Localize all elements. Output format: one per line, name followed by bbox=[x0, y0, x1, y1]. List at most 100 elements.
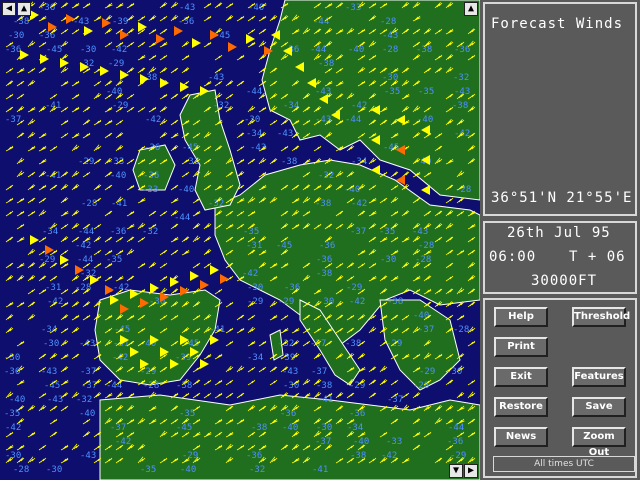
isotherm-label: -40 bbox=[348, 45, 364, 55]
isotherm-label: -29 bbox=[108, 59, 124, 69]
scroll-down-icon[interactable]: ▼ bbox=[449, 464, 463, 478]
isotherm-label: -30 bbox=[247, 283, 263, 293]
isotherm-label: -38 bbox=[316, 269, 332, 279]
isotherm-label: -38 bbox=[251, 423, 267, 433]
isotherm-label: -40 bbox=[79, 409, 95, 419]
isotherm-label: -32 bbox=[453, 73, 469, 83]
isotherm-label: -28 bbox=[75, 283, 91, 293]
isotherm-label: -44 bbox=[77, 255, 93, 265]
panel-title: Forecast Winds bbox=[491, 16, 624, 32]
isotherm-label: -37 bbox=[311, 367, 327, 377]
button-box: Help Threshold Print Exit Features Resto… bbox=[483, 298, 637, 478]
isotherm-label: -33 bbox=[386, 437, 402, 447]
isotherm-label: -40 bbox=[110, 171, 126, 181]
print-button[interactable]: Print bbox=[494, 337, 548, 357]
isotherm-label: -44 bbox=[246, 87, 262, 97]
isotherm-label: -29 bbox=[278, 297, 294, 307]
isotherm-label: -42 bbox=[115, 437, 131, 447]
isotherm-label: -28 bbox=[413, 381, 429, 391]
isotherm-label: -42 bbox=[5, 423, 21, 433]
isotherm-label: -28 bbox=[13, 465, 29, 475]
isotherm-label: -37 bbox=[315, 437, 331, 447]
exit-button[interactable]: Exit bbox=[494, 367, 548, 387]
isotherm-label: -28 bbox=[81, 199, 97, 209]
isotherm-label: -42 bbox=[47, 297, 63, 307]
isotherm-label: -40 bbox=[178, 185, 194, 195]
isotherm-label: -35 bbox=[106, 255, 122, 265]
isotherm-label: -40 bbox=[413, 311, 429, 321]
isotherm-label: -40 bbox=[282, 423, 298, 433]
isotherm-label: -44 bbox=[448, 423, 464, 433]
control-panel: Forecast Winds 36°51'N 21°55'E 26th Jul … bbox=[480, 0, 640, 480]
scroll-up-icon[interactable]: ▲ bbox=[17, 2, 31, 16]
isotherm-label: -42 bbox=[454, 129, 470, 139]
isotherm-label: -44 bbox=[313, 17, 329, 27]
isotherm-label: -28 bbox=[380, 17, 396, 27]
isotherm-label: -42 bbox=[351, 199, 367, 209]
features-button[interactable]: Features bbox=[572, 367, 626, 387]
isotherm-label: -44 bbox=[174, 213, 190, 223]
isotherm-label: -37 bbox=[80, 367, 96, 377]
isotherm-label: -45 bbox=[44, 381, 60, 391]
isotherm-label: -40 bbox=[9, 395, 25, 405]
isotherm-label: -37 bbox=[110, 423, 126, 433]
scroll-left-icon[interactable]: ◀ bbox=[2, 2, 16, 16]
isotherm-label: -32 bbox=[76, 395, 92, 405]
restore-button[interactable]: Restore bbox=[494, 397, 548, 417]
isotherm-label: -44 bbox=[310, 45, 326, 55]
isotherm-label: -32 bbox=[278, 339, 294, 349]
forecast-date: 26th Jul 95 bbox=[507, 225, 611, 241]
isotherm-label: -35 bbox=[384, 87, 400, 97]
isotherm-label: -44 bbox=[345, 115, 361, 125]
isotherm-label: -35 bbox=[379, 227, 395, 237]
isotherm-label: -37 bbox=[81, 381, 97, 391]
isotherm-label: -41 bbox=[312, 465, 328, 475]
isotherm-label: -29 bbox=[450, 451, 466, 461]
isotherm-label: -37 bbox=[350, 227, 366, 237]
isotherm-label: -31 bbox=[45, 283, 61, 293]
isotherm-label: -35 bbox=[243, 227, 259, 237]
isotherm-label: -36 bbox=[319, 241, 335, 251]
isotherm-label: -28 bbox=[143, 381, 159, 391]
isotherm-label: -40 bbox=[353, 437, 369, 447]
isotherm-label: -30 bbox=[46, 465, 62, 475]
isotherm-label: -37 bbox=[387, 395, 403, 405]
isotherm-label: -42 bbox=[351, 101, 367, 111]
isotherm-label: -29 bbox=[346, 283, 362, 293]
isotherm-label: -43 bbox=[315, 115, 331, 125]
news-button[interactable]: News bbox=[494, 427, 548, 447]
isotherm-label: -32 bbox=[208, 199, 224, 209]
isotherm-label: -42 bbox=[111, 45, 127, 55]
isotherm-label: -33 bbox=[345, 3, 361, 13]
isotherm-label: -38 bbox=[281, 157, 297, 167]
isotherm-label: -30 bbox=[8, 31, 24, 41]
save-button[interactable]: Save bbox=[572, 397, 626, 417]
threshold-button[interactable]: Threshold bbox=[572, 307, 630, 327]
isotherm-label: -36 bbox=[349, 409, 365, 419]
isotherm-label: -36 bbox=[316, 255, 332, 265]
isotherm-label: -45 bbox=[383, 143, 399, 153]
info-box: Forecast Winds 36°51'N 21°55'E bbox=[483, 2, 637, 216]
wind-map[interactable]: -36 -43 -40 -33 -38 -43 -39 -36 -44 -28 -30 -36 -45 -… bbox=[0, 0, 480, 480]
isotherm-label: -38 bbox=[452, 101, 468, 111]
scroll-up-right-icon[interactable]: ▲ bbox=[464, 2, 478, 16]
isotherm-label: -28 bbox=[453, 325, 469, 335]
altitude-level: 30000FT bbox=[531, 273, 598, 289]
isotherm-label: -28 bbox=[418, 241, 434, 251]
isotherm-label: -42 bbox=[112, 353, 128, 363]
isotherm-label: -34 bbox=[347, 423, 363, 433]
help-button[interactable]: Help bbox=[494, 307, 548, 327]
isotherm-label: -43 bbox=[382, 31, 398, 41]
scroll-right-icon[interactable]: ▶ bbox=[464, 464, 478, 478]
isotherm-label: -36 bbox=[246, 451, 262, 461]
isotherm-label: -36 bbox=[284, 283, 300, 293]
isotherm-label: -30 bbox=[380, 255, 396, 265]
status-bar: All times UTC bbox=[493, 456, 635, 472]
isotherm-label: -32 bbox=[213, 101, 229, 111]
isotherm-label: -36 bbox=[447, 437, 463, 447]
isotherm-label: -41 bbox=[209, 325, 225, 335]
isotherm-label: -45 bbox=[46, 45, 62, 55]
isotherm-label: -29 bbox=[39, 255, 55, 265]
zoom-out-button[interactable]: Zoom Out bbox=[572, 427, 626, 458]
time-box: 26th Jul 95 06:00 T + 06 30000FT bbox=[483, 221, 637, 294]
